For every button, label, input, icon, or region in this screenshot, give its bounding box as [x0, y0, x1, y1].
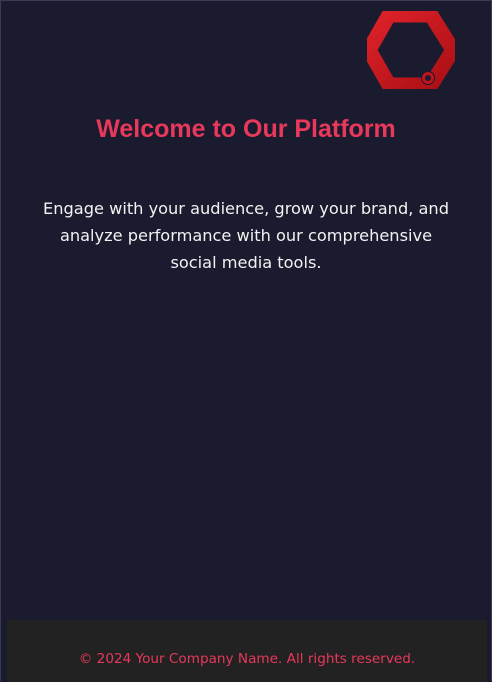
hero-description: Engage with your audience, grow your bra…	[43, 199, 449, 272]
hexagon-logo-icon	[361, 7, 461, 93]
footer-copyright: © 2024 Your Company Name. All rights res…	[78, 651, 416, 667]
page-title: Welcome to Our Platform	[96, 115, 396, 143]
footer: © 2024 Your Company Name. All rights res…	[7, 620, 487, 682]
